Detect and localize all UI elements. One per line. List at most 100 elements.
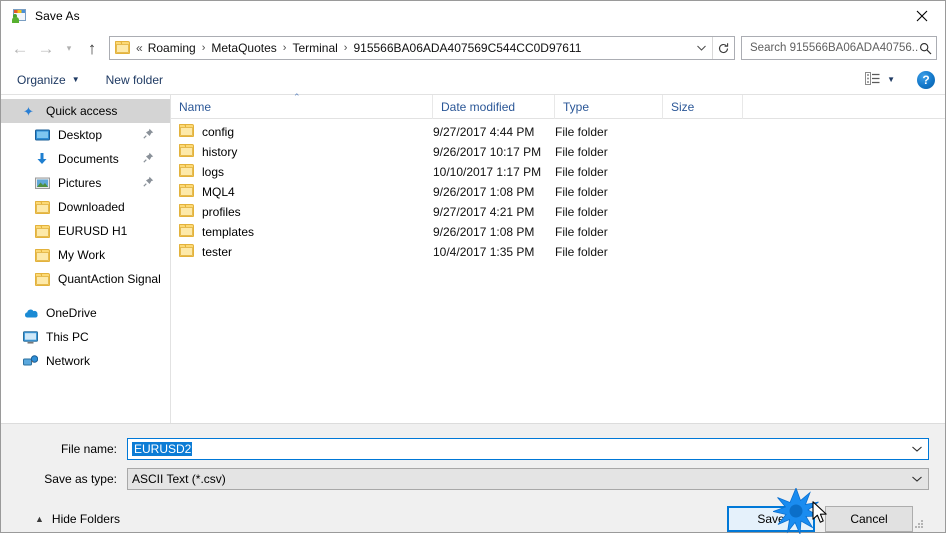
refresh-icon[interactable] — [712, 37, 734, 59]
file-name-label: MQL4 — [202, 185, 235, 199]
file-name-label: config — [202, 125, 235, 139]
help-icon[interactable]: ? — [917, 70, 935, 89]
file-type-cell: File folder — [555, 205, 608, 219]
sidebar-item-onedrive[interactable]: OneDrive — [1, 301, 170, 325]
sidebar-item-label: OneDrive — [46, 306, 97, 320]
sidebar-item-quantaction-signal[interactable]: QuantAction Signal — [1, 267, 170, 291]
sidebar-item-this-pc[interactable]: This PC — [1, 325, 170, 349]
file-type-cell: File folder — [555, 125, 608, 139]
table-row[interactable]: config 9/27/2017 4:44 PM File folder — [171, 122, 945, 142]
breadcrumb-overflow[interactable]: « — [134, 41, 147, 55]
window-title: Save As — [35, 9, 80, 23]
column-header-date-modified[interactable]: Date modified — [433, 94, 555, 119]
view-layout-icon — [865, 71, 880, 88]
address-chevron-down-icon[interactable] — [690, 37, 712, 59]
navigation-bar: ← → ▾ ↑ « Roaming › MetaQuotes › Termina… — [1, 31, 945, 65]
sidebar-item-label: Network — [46, 354, 91, 368]
sidebar-item-desktop[interactable]: Desktop — [1, 123, 170, 147]
sidebar-item-label: My Work — [58, 248, 106, 262]
onedrive-cloud-icon — [23, 308, 40, 319]
sidebar-item-my-work[interactable]: My Work — [1, 243, 170, 267]
sidebar-item-downloaded[interactable]: Downloaded — [1, 195, 170, 219]
folder-icon — [179, 184, 194, 200]
save-button[interactable]: Save — [727, 506, 815, 532]
dialog-buttons: ▲ Hide Folders Save Cancel — [17, 498, 929, 532]
sidebar-item-label: EURUSD H1 — [58, 224, 128, 238]
cancel-button[interactable]: Cancel — [825, 506, 913, 532]
organize-button[interactable]: Organize ▼ — [17, 73, 80, 87]
new-folder-button[interactable]: New folder — [106, 73, 163, 87]
table-row[interactable]: logs 10/10/2017 1:17 PM File folder — [171, 162, 945, 182]
column-header-name[interactable]: Name ⌃ — [171, 91, 433, 119]
address-folder-icon — [115, 41, 131, 55]
file-date-cell: 9/26/2017 1:08 PM — [433, 225, 535, 239]
cancel-button-label: Cancel — [850, 512, 888, 526]
file-name-label: history — [202, 145, 238, 159]
sidebar-item-label: This PC — [46, 330, 89, 344]
column-header-size[interactable]: Size — [663, 94, 743, 119]
up-arrow-icon[interactable]: ↑ — [79, 35, 105, 61]
save-as-dialog: Save As ← → ▾ ↑ « Roaming › MetaQuotes ›… — [0, 0, 946, 535]
file-name-label: logs — [202, 165, 225, 179]
breadcrumb-item-terminal[interactable]: Terminal — [291, 39, 338, 57]
sidebar-item-label: Downloaded — [58, 200, 125, 214]
sidebar-item-documents[interactable]: Documents — [1, 147, 170, 171]
view-layout-button[interactable]: ▼ — [865, 71, 895, 88]
save-as-type-value: ASCII Text (*.csv) — [132, 472, 226, 486]
address-bar[interactable]: « Roaming › MetaQuotes › Terminal › 9155… — [109, 36, 735, 60]
sidebar-item-network[interactable]: Network — [1, 349, 170, 373]
save-as-type-label: Save as type: — [44, 472, 117, 486]
metatrader-app-icon — [11, 8, 27, 24]
file-list-panel: Name ⌃ Date modified Type Size config 9/… — [171, 91, 945, 423]
breadcrumb-item-metaquotes[interactable]: MetaQuotes — [210, 39, 277, 57]
sidebar-item-quick-access[interactable]: ✦ Quick access — [1, 99, 170, 123]
hide-folders-button[interactable]: ▲ Hide Folders — [33, 512, 120, 526]
table-row[interactable]: templates 9/26/2017 1:08 PM File folder — [171, 222, 945, 242]
title-bar: Save As — [1, 1, 945, 31]
resize-grip[interactable] — [913, 518, 925, 530]
column-header-label: Size — [671, 99, 695, 114]
table-row[interactable]: profiles 9/27/2017 4:21 PM File folder — [171, 202, 945, 222]
back-arrow-icon[interactable]: ← — [7, 35, 33, 61]
file-name-cell: templates — [171, 224, 433, 240]
recent-locations-chevron-down-icon[interactable]: ▾ — [59, 35, 79, 61]
sidebar-item-pictures[interactable]: Pictures — [1, 171, 170, 195]
network-icon — [23, 354, 40, 368]
column-header-label: Name — [179, 99, 212, 114]
folder-icon — [35, 200, 52, 214]
documents-icon — [35, 152, 52, 166]
file-name-chevron-down-icon[interactable] — [908, 446, 926, 452]
pin-icon[interactable] — [143, 128, 154, 142]
sort-ascending-icon: ⌃ — [293, 91, 301, 102]
close-icon[interactable] — [899, 1, 945, 31]
file-date-cell: 10/10/2017 1:17 PM — [433, 165, 542, 179]
table-row[interactable]: history 9/26/2017 10:17 PM File folder — [171, 142, 945, 162]
forward-arrow-icon[interactable]: → — [33, 35, 59, 61]
breadcrumb-item-roaming[interactable]: Roaming — [147, 39, 197, 57]
sidebar-item-label: QuantAction Signal — [58, 272, 161, 286]
file-type-cell: File folder — [555, 165, 608, 179]
file-name-cell: profiles — [171, 204, 433, 220]
table-row[interactable]: tester 10/4/2017 1:35 PM File folder — [171, 242, 945, 262]
breadcrumb-item-guid[interactable]: 915566BA06ADA407569C544CC0D97611 — [352, 39, 582, 57]
pin-icon[interactable] — [143, 152, 154, 166]
table-row[interactable]: MQL4 9/26/2017 1:08 PM File folder — [171, 182, 945, 202]
search-placeholder: Search 915566BA06ADA40756... — [750, 42, 919, 54]
file-type-cell: File folder — [555, 145, 608, 159]
save-as-type-chevron-down-icon[interactable] — [908, 476, 926, 482]
sidebar-item-label: Desktop — [58, 128, 103, 142]
folder-icon — [179, 224, 194, 240]
file-name-input[interactable]: EURUSD2 — [127, 438, 929, 460]
column-header-label: Type — [563, 99, 590, 114]
save-as-type-select[interactable]: ASCII Text (*.csv) — [127, 468, 929, 490]
sidebar-item-eurusd-h1[interactable]: EURUSD H1 — [1, 219, 170, 243]
column-header-type[interactable]: Type — [555, 94, 663, 119]
search-input[interactable]: Search 915566BA06ADA40756... — [741, 36, 937, 60]
file-type-cell: File folder — [555, 225, 608, 239]
file-name-cell: tester — [171, 244, 433, 260]
file-rows: config 9/27/2017 4:44 PM File folder his… — [171, 119, 945, 423]
pin-icon[interactable] — [143, 176, 154, 190]
folder-icon — [179, 244, 194, 260]
chevron-down-icon: ▼ — [71, 75, 80, 84]
view-chevron-down-icon: ▼ — [887, 75, 895, 84]
